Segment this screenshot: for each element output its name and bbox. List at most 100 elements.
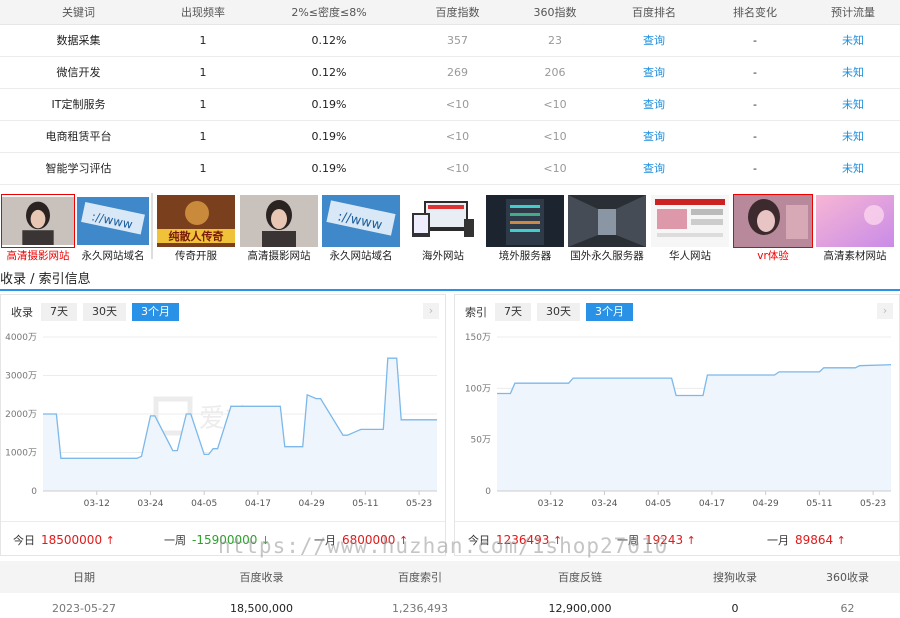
server-rack-icon [486, 195, 564, 247]
cell-sogou-indexed: 0 [675, 593, 795, 618]
thumbnail-link[interactable]: 高清摄影网站 [240, 195, 318, 262]
indexed-label: 收录 [11, 306, 33, 319]
x-tick-label: 03-24 [137, 499, 163, 509]
x-tick-label: 04-29 [299, 499, 325, 509]
y-tick-label: 0 [31, 487, 37, 497]
thumbnail-caption: 高清摄影网站 [6, 250, 70, 262]
thumbnail-caption: 高清素材网站 [823, 250, 887, 262]
index-label: 索引 [465, 306, 487, 319]
thumbnail-link[interactable]: 境外服务器 [486, 195, 564, 262]
tab-7-days[interactable]: 7天 [41, 303, 77, 321]
thumbnail-caption: 国外永久服务器 [570, 250, 644, 262]
traffic-link[interactable]: 未知 [806, 56, 900, 89]
thumbnail-link[interactable]: ://www 永久网站域名 [322, 195, 400, 262]
arrow-up-icon: ↑ [833, 534, 846, 547]
index-chart: 爱站网050万100万150万03-1203-2404-0504-1704-29… [465, 333, 892, 509]
thumbnail-link[interactable]: 高清摄影网站 [1, 194, 75, 262]
thumbnail-link[interactable]: 纯散人传奇 传奇开服 [157, 195, 235, 262]
tab-3-months[interactable]: 3个月 [132, 303, 179, 321]
index-tabs: 索引 7天 30天 3个月 [465, 303, 639, 321]
cell-density: 0.12% [249, 24, 409, 57]
x-tick-label: 03-12 [538, 499, 564, 509]
cell-baidu-index: <10 [409, 120, 506, 153]
thumbnail-caption: 高清摄影网站 [247, 250, 311, 262]
rank-query-link[interactable]: 查询 [604, 56, 704, 89]
cell-360-indexed: 62 [795, 593, 900, 618]
thumbnail-caption: 永久网站域名 [81, 250, 145, 262]
thumbnail-caption: 传奇开服 [175, 250, 217, 262]
traffic-link[interactable]: 未知 [806, 88, 900, 121]
tab-30-days[interactable]: 30天 [83, 303, 126, 321]
thumbnail-caption: 华人网站 [669, 250, 711, 262]
thumbnail-caption: 永久网站域名 [329, 250, 393, 262]
section-divider [0, 289, 900, 291]
chevron-right-icon[interactable]: › [423, 303, 439, 319]
www-banner-icon: ://www [77, 195, 149, 247]
x-tick-label: 05-23 [406, 499, 432, 509]
rank-query-link[interactable]: 查询 [604, 152, 704, 185]
rank-query-link[interactable]: 查询 [604, 88, 704, 121]
col-keyword: 关键词 [0, 0, 157, 25]
tab-30-days[interactable]: 30天 [537, 303, 580, 321]
cell-keyword: IT定制服务 [0, 88, 157, 121]
thumbnail-link[interactable]: ://www 永久网站域名 [77, 195, 149, 262]
cell-360-index: <10 [506, 88, 604, 121]
strip-divider [151, 193, 153, 259]
www-banner-icon: ://www [322, 195, 400, 247]
thumbnail-caption: 海外网站 [422, 250, 464, 262]
cell-rank-change: - [704, 120, 806, 153]
y-tick-label: 2000万 [5, 410, 37, 420]
keyword-table: 关键词 出现频率 2%≤密度≤8% 百度指数 360指数 百度排名 排名变化 预… [0, 0, 900, 185]
thumbnail-link[interactable]: 高清素材网站 [816, 195, 894, 262]
x-tick-label: 03-24 [591, 499, 617, 509]
vr-photo-icon [733, 194, 813, 248]
tab-3-months[interactable]: 3个月 [586, 303, 633, 321]
thumbnail-link[interactable]: 华人网站 [650, 195, 730, 262]
x-tick-label: 04-17 [699, 499, 725, 509]
thumbnail-caption: vr体验 [757, 250, 789, 262]
svg-text:纯散人传奇: 纯散人传奇 [169, 229, 224, 243]
y-tick-label: 4000万 [5, 333, 37, 343]
y-tick-label: 3000万 [5, 372, 37, 382]
cell-rank-change: - [704, 88, 806, 121]
cell-baidu-indexed: 18,500,000 [168, 593, 355, 618]
thumbnail-link[interactable]: 海外网站 [404, 195, 482, 262]
cell-density: 0.19% [249, 88, 409, 121]
indexed-chart: 爱站网01000万2000万3000万4000万03-1203-2404-050… [5, 333, 437, 509]
cell-rank-change: - [704, 24, 806, 57]
index-panel: 索引 7天 30天 3个月 › 爱站网050万100万150万03-1203-2… [454, 294, 900, 556]
col-baidu-backlinks: 百度反链 [485, 561, 675, 593]
section-title: 收录 / 索引信息 [0, 272, 91, 287]
y-tick-label: 0 [485, 487, 491, 497]
traffic-link[interactable]: 未知 [806, 24, 900, 57]
keyword-table-header: 关键词 出现频率 2%≤密度≤8% 百度指数 360指数 百度排名 排名变化 预… [0, 0, 900, 25]
website-screenshot-icon [650, 195, 730, 247]
rank-query-link[interactable]: 查询 [604, 120, 704, 153]
cell-frequency: 1 [157, 152, 249, 185]
thumbnail-link[interactable]: vr体验 [733, 194, 813, 262]
stat-today-value: 18500000 [41, 533, 103, 547]
watermark-text: https://www.huzhan.com/1shop27010 [218, 534, 669, 558]
thumbnail-link[interactable]: 国外永久服务器 [568, 195, 646, 262]
table-row: 电商租赁平台 1 0.19% <10 <10 查询 - 未知 [0, 120, 900, 153]
x-tick-label: 05-11 [352, 499, 378, 509]
cell-keyword: 数据采集 [0, 24, 157, 57]
stat-month: 一月 89864 ↑ [767, 533, 846, 547]
tab-7-days[interactable]: 7天 [495, 303, 531, 321]
cell-rank-change: - [704, 56, 806, 89]
portrait-photo-icon [240, 195, 318, 247]
indexed-panel: 收录 7天 30天 3个月 › 爱站网01000万2000万3000万4000万… [0, 294, 446, 556]
col-sogou-indexed: 搜狗收录 [675, 561, 795, 593]
traffic-link[interactable]: 未知 [806, 120, 900, 153]
chevron-right-icon[interactable]: › [877, 303, 893, 319]
y-tick-label: 1000万 [5, 449, 37, 459]
portrait-photo-icon [1, 194, 75, 248]
cell-keyword: 微信开发 [0, 56, 157, 89]
table-row: 智能学习评估 1 0.19% <10 <10 查询 - 未知 [0, 152, 900, 185]
x-tick-label: 04-05 [191, 499, 217, 509]
x-tick-label: 04-17 [245, 499, 271, 509]
traffic-link[interactable]: 未知 [806, 152, 900, 185]
history-header: 日期 百度收录 百度索引 百度反链 搜狗收录 360收录 [0, 561, 900, 593]
rank-query-link[interactable]: 查询 [604, 24, 704, 57]
datacenter-aisle-icon [568, 195, 646, 247]
